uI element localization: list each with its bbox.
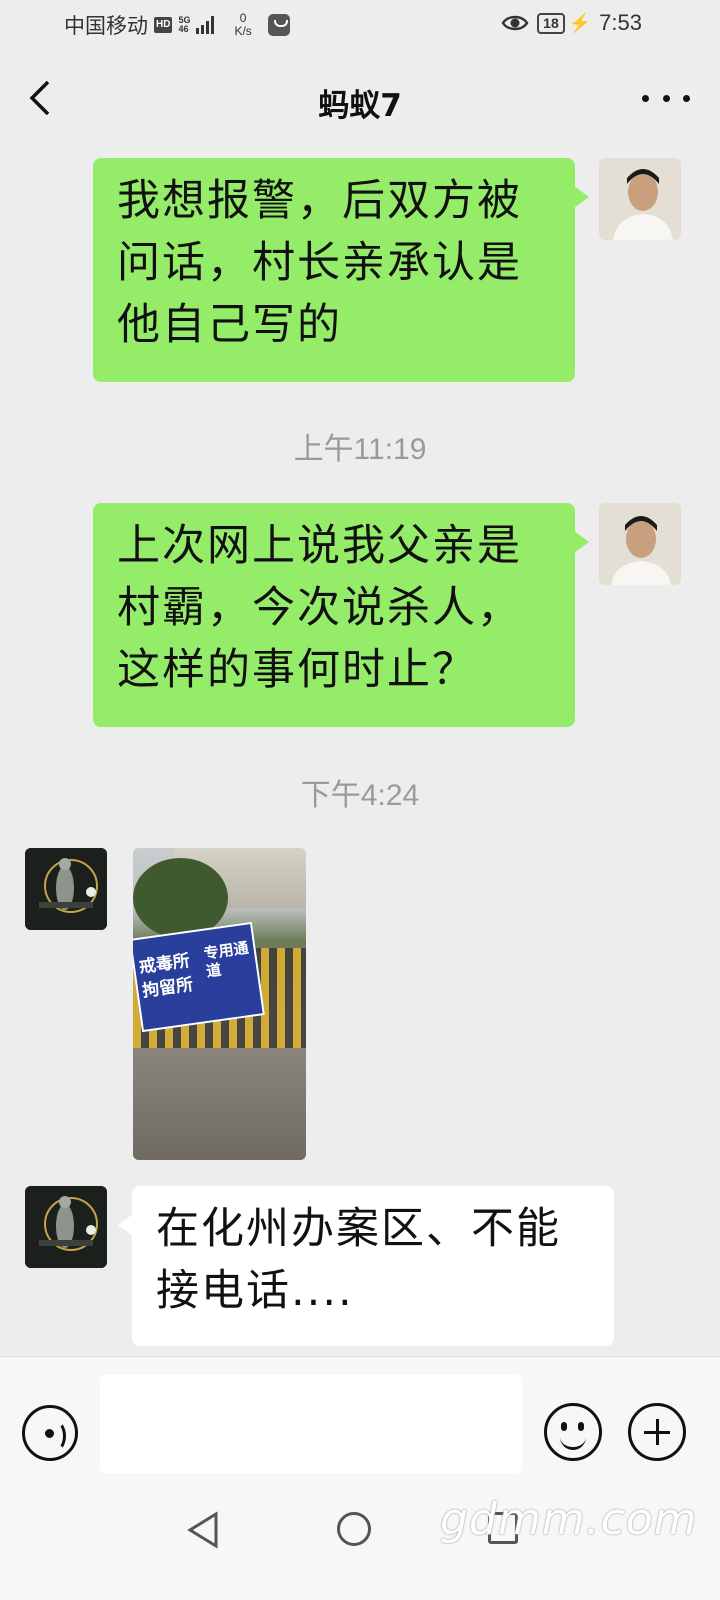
- photo-tree: [133, 858, 228, 938]
- network-sub: 46: [178, 24, 189, 34]
- avatar-image: [25, 848, 107, 930]
- notification-icon: [267, 14, 290, 36]
- avatar-image: [25, 1186, 107, 1268]
- message-input[interactable]: [100, 1375, 522, 1473]
- message-bubble[interactable]: 在化州办案区、不能接电话....: [118, 1186, 614, 1346]
- hd-icon: HD: [154, 17, 173, 33]
- avatar[interactable]: [599, 158, 681, 240]
- system-back-button[interactable]: [186, 1510, 222, 1550]
- avatar-image: [599, 503, 681, 585]
- system-navigation-bar: gdmm.com: [0, 1490, 720, 1600]
- chat-header: 蚂蚁7: [0, 50, 720, 146]
- status-left: 中国移动 HD 5G 46 0 K/s: [64, 10, 290, 40]
- chat-title: 蚂蚁7: [318, 88, 402, 124]
- photo-ground: [133, 1048, 306, 1160]
- avatar[interactable]: [25, 1186, 107, 1268]
- net-speed: 0 K/s: [234, 12, 251, 38]
- shared-photo[interactable]: 戒毒所 拘留所 专用通道: [133, 848, 306, 1160]
- charging-icon: ⚡: [568, 12, 592, 33]
- sign-side: 专用通道: [202, 938, 250, 981]
- avatar-image: [599, 158, 681, 240]
- emoji-button[interactable]: [544, 1403, 602, 1461]
- more-actions-button[interactable]: [628, 1403, 686, 1461]
- message-bubble[interactable]: 上次网上说我父亲是村霸，今次说杀人，这样的事何时止？: [93, 503, 589, 727]
- watermark: gdmm.com: [440, 1494, 698, 1545]
- message-timestamp: 上午11:19: [293, 433, 427, 466]
- status-bar: 中国移动 HD 5G 46 0 K/s 18 ⚡ 7:53: [0, 0, 720, 50]
- message-timestamp: 下午4:24: [300, 779, 420, 812]
- signal-icon: [196, 16, 215, 34]
- voice-input-button[interactable]: [22, 1405, 78, 1461]
- net-speed-unit: K/s: [234, 24, 252, 38]
- ellipsis-icon: [642, 94, 649, 102]
- system-home-button[interactable]: [337, 1512, 371, 1546]
- triangle-back-icon: [187, 1511, 218, 1549]
- status-time: 7:53: [599, 10, 642, 35]
- status-right: 18 ⚡ 7:53: [501, 10, 642, 36]
- photo-sign: 戒毒所 拘留所 专用通道: [133, 921, 265, 1033]
- battery-level: 18: [537, 12, 565, 34]
- avatar[interactable]: [25, 848, 107, 930]
- input-bar: [0, 1356, 720, 1506]
- avatar[interactable]: [599, 503, 681, 585]
- network-type-icon: 5G 46: [178, 16, 190, 34]
- carrier-name: 中国移动: [64, 15, 148, 38]
- message-bubble[interactable]: 我想报警，后双方被问话，村长亲承认是他自己写的: [93, 158, 589, 382]
- more-options-button[interactable]: [642, 78, 690, 118]
- eye-icon: [501, 15, 529, 31]
